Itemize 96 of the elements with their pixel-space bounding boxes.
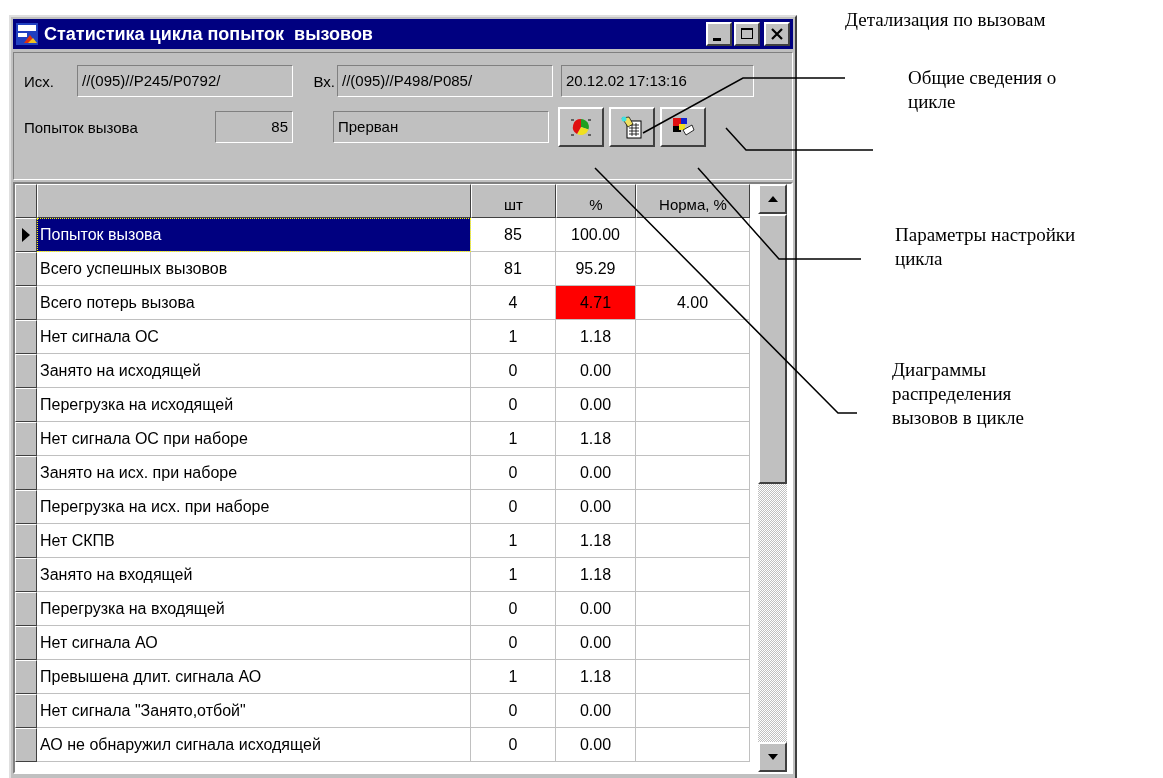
table-cell: Перегрузка на исходящей	[37, 388, 471, 422]
field-label: Вх.	[312, 72, 336, 90]
scroll-down-icon	[765, 752, 780, 762]
table-cell: 0.00	[556, 490, 636, 524]
settings-button[interactable]	[660, 107, 706, 147]
table-cell: Занято на входящей	[37, 558, 471, 592]
table-cell: Занято на исх. при наборе	[37, 456, 471, 490]
row-selector[interactable]	[15, 592, 37, 626]
table-cell: 0.00	[556, 728, 636, 762]
table-cell: 0	[471, 490, 556, 524]
row-selector[interactable]	[15, 320, 37, 354]
pie-chart-icon	[569, 116, 593, 138]
table-cell: Нет СКПВ	[37, 524, 471, 558]
row-selector[interactable]	[15, 490, 37, 524]
table-cell: 0	[471, 728, 556, 762]
table-cell: Перегрузка на входящей	[37, 592, 471, 626]
table-cell: 0.00	[556, 626, 636, 660]
table-cell: Нет сигнала ОС при наборе	[37, 422, 471, 456]
vertical-scrollbar[interactable]	[758, 184, 787, 772]
table-cell: 1	[471, 524, 556, 558]
table-cell: 4.00	[636, 286, 750, 320]
table-cell: Перегрузка на исх. при наборе	[37, 490, 471, 524]
column-header[interactable]: Норма, %	[636, 184, 750, 218]
callout-label: Общие сведения о цикле	[908, 66, 1058, 114]
row-selector[interactable]	[15, 286, 37, 320]
table-cell: 0	[471, 456, 556, 490]
table-cell: 100.00	[556, 218, 636, 252]
datetime-field: 20.12.02 17:13:16	[561, 65, 754, 97]
field-label: Попыток вызова	[24, 118, 139, 136]
table-cell: 0.00	[556, 388, 636, 422]
table-cell: Занято на исходящей	[37, 354, 471, 388]
row-selector[interactable]	[15, 422, 37, 456]
table-cell: 0.00	[556, 694, 636, 728]
row-selector[interactable]	[15, 694, 37, 728]
table-cell: Попыток вызова	[37, 218, 471, 252]
table-cell: АО не обнаружил сигнала исходящей	[37, 728, 471, 762]
table-cell: 0.00	[556, 456, 636, 490]
table-cell: 1	[471, 558, 556, 592]
window-title: Статистика цикла попыток вызовов	[44, 23, 374, 45]
table-cell: 0.00	[556, 354, 636, 388]
table-cell: 1.18	[556, 320, 636, 354]
table-cell: 85	[471, 218, 556, 252]
row-selector[interactable]	[15, 388, 37, 422]
table-cell: Превышена длит. сигнала АО	[37, 660, 471, 694]
details-button[interactable]	[609, 107, 655, 147]
table-cell: 1	[471, 320, 556, 354]
row-selector[interactable]	[15, 558, 37, 592]
callout-label: Диаграммы распределения вызовов в цикле	[892, 358, 1025, 430]
table-cell: Нет сигнала ОС	[37, 320, 471, 354]
maximize-icon	[740, 27, 754, 41]
table-cell: 81	[471, 252, 556, 286]
close-button[interactable]	[764, 22, 790, 46]
callout-label: Детализация по вызовам	[845, 8, 1047, 32]
minimize-button[interactable]	[706, 22, 732, 46]
table-cell: Всего успешных вызовов	[37, 252, 471, 286]
app-icon	[16, 23, 38, 45]
table-cell: 1.18	[556, 558, 636, 592]
current-row-icon	[21, 227, 31, 243]
attempts-field: 85	[215, 111, 293, 143]
table-cell: 1	[471, 660, 556, 694]
table-cell: 0	[471, 694, 556, 728]
table-cell: 0	[471, 388, 556, 422]
table-cell: 1	[471, 422, 556, 456]
outgoing-field: //(095)//P245/P0792/	[77, 65, 293, 97]
table-cell: Нет сигнала "Занято,отбой"	[37, 694, 471, 728]
document-icon	[620, 115, 644, 139]
row-selector[interactable]	[15, 626, 37, 660]
row-selector[interactable]	[15, 728, 37, 762]
row-selector[interactable]	[15, 252, 37, 286]
maximize-button[interactable]	[734, 22, 760, 46]
table-cell: 0	[471, 354, 556, 388]
table-cell: Нет сигнала АО	[37, 626, 471, 660]
chart-button[interactable]	[558, 107, 604, 147]
row-selector[interactable]	[15, 456, 37, 490]
table-cell: 4.71	[556, 286, 636, 320]
table-cell: 1.18	[556, 422, 636, 456]
close-icon	[770, 27, 784, 41]
minimize-icon	[713, 37, 721, 41]
field-label: Исх.	[24, 72, 55, 90]
status-field: Прерван	[333, 111, 549, 143]
column-header[interactable]: %	[556, 184, 636, 218]
row-selector[interactable]	[15, 524, 37, 558]
row-selector[interactable]	[15, 354, 37, 388]
table-cell: 1.18	[556, 660, 636, 694]
callout-label: Параметры настройки цикла	[895, 223, 1077, 271]
row-selector[interactable]	[15, 660, 37, 694]
table-cell: 0	[471, 592, 556, 626]
incoming-field: //(095)//P498/P085/	[337, 65, 553, 97]
color-squares-icon	[671, 116, 695, 138]
table-cell: Всего потерь вызова	[37, 286, 471, 320]
row-selector[interactable]	[15, 218, 37, 252]
table-cell: 1.18	[556, 524, 636, 558]
table-cell: 0	[471, 626, 556, 660]
column-header[interactable]: шт	[471, 184, 556, 218]
scroll-up-icon	[765, 194, 780, 204]
table-cell: 0.00	[556, 592, 636, 626]
